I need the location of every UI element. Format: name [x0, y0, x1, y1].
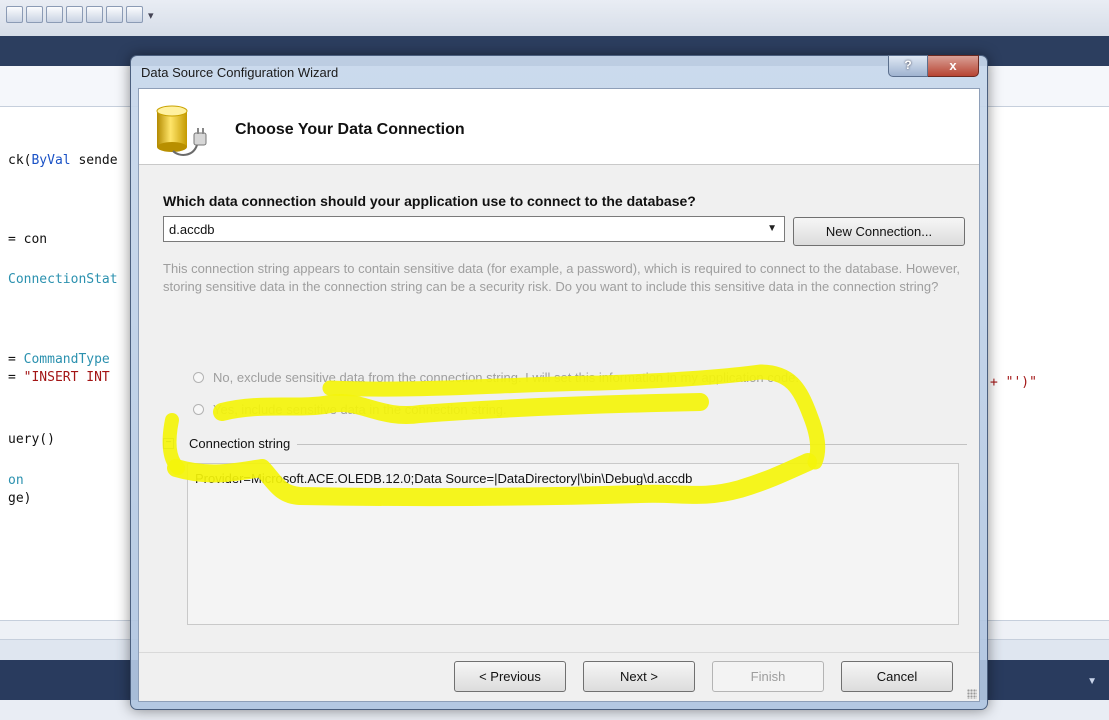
- code-token: CommandType: [23, 352, 110, 367]
- connection-string-value: Provider=Microsoft.ACE.OLEDB.12.0;Data S…: [195, 471, 693, 486]
- code-token: uery(): [8, 432, 55, 447]
- code-token: on: [8, 473, 24, 488]
- caption-buttons: ? x: [888, 55, 979, 77]
- code-token: =: [8, 352, 24, 367]
- footer-divider: [139, 652, 979, 653]
- wizard-header: Choose Your Data Connection: [139, 89, 979, 165]
- connection-question: Which data connection should your applic…: [163, 193, 696, 209]
- code-line-right: + "')": [990, 375, 1037, 390]
- dialog-client-area: Choose Your Data Connection Which data c…: [138, 88, 980, 702]
- next-button[interactable]: Next >: [583, 661, 695, 692]
- toolbar-overflow-icon[interactable]: ▾: [148, 6, 154, 26]
- code-token: =: [8, 370, 24, 385]
- code-token: ConnectionStat: [8, 272, 118, 287]
- toolbar-icon-7[interactable]: [126, 6, 143, 23]
- radio-label: No, exclude sensitive data from the conn…: [213, 370, 800, 385]
- wizard-page-title: Choose Your Data Connection: [235, 121, 465, 138]
- code-line: uery(): [8, 432, 55, 447]
- connection-string-box[interactable]: Provider=Microsoft.ACE.OLEDB.12.0;Data S…: [187, 463, 959, 625]
- code-token: = con: [8, 232, 48, 247]
- dropdown-arrow-icon[interactable]: ▼: [767, 223, 777, 234]
- code-line: ge): [8, 491, 31, 506]
- data-source-wizard-dialog: Data Source Configuration Wizard ? x Cho…: [130, 55, 988, 710]
- code-line: = CommandType: [8, 352, 110, 367]
- ide-toolbar: ▾: [0, 0, 1109, 36]
- connection-string-label[interactable]: Connection string: [189, 436, 290, 451]
- panel-dropdown-icon[interactable]: ▼: [1087, 676, 1097, 687]
- toolbar-icons: ▾: [6, 6, 154, 26]
- radio-label: Yes, include sensitive data in the conne…: [213, 402, 507, 417]
- connection-string-expander-icon[interactable]: −: [163, 438, 174, 449]
- radio-button[interactable]: [193, 372, 204, 383]
- previous-button[interactable]: < Previous: [454, 661, 566, 692]
- code-token: ByVal: [31, 153, 71, 168]
- sensitive-data-warning: This connection string appears to contai…: [163, 261, 961, 294]
- close-button[interactable]: x: [928, 55, 979, 77]
- selected-connection: d.accdb: [169, 222, 215, 237]
- section-divider: [297, 444, 967, 445]
- code-token: ge): [8, 491, 32, 506]
- code-token: ck(: [8, 153, 32, 168]
- help-button[interactable]: ?: [888, 55, 928, 77]
- code-line: = con: [8, 232, 47, 247]
- code-line: = "INSERT INT: [8, 370, 110, 385]
- toolbar-icon-3[interactable]: [46, 6, 63, 23]
- radio-exclude-sensitive[interactable]: No, exclude sensitive data from the conn…: [193, 370, 799, 385]
- dialog-title: Data Source Configuration Wizard: [141, 65, 339, 80]
- code-line: on: [8, 473, 24, 488]
- radio-button[interactable]: [193, 404, 204, 415]
- finish-button[interactable]: Finish: [712, 661, 824, 692]
- toolbar-icon-2[interactable]: [26, 6, 43, 23]
- code-token: "INSERT INT: [23, 370, 110, 385]
- data-connection-dropdown[interactable]: d.accdb ▼: [163, 216, 785, 242]
- toolbar-icon-1[interactable]: [6, 6, 23, 23]
- toolbar-icon-4[interactable]: [66, 6, 83, 23]
- radio-include-sensitive[interactable]: Yes, include sensitive data in the conne…: [193, 402, 507, 417]
- code-line: ConnectionStat: [8, 272, 118, 287]
- cancel-button[interactable]: Cancel: [841, 661, 953, 692]
- toolbar-icon-5[interactable]: [86, 6, 103, 23]
- toolbar-icon-6[interactable]: [106, 6, 123, 23]
- code-line: ck(ByVal sende: [8, 153, 118, 168]
- database-plug-icon: [156, 105, 207, 156]
- resize-grip-icon[interactable]: [967, 689, 977, 699]
- new-connection-button[interactable]: New Connection...: [793, 217, 965, 246]
- code-token: sende: [70, 153, 118, 168]
